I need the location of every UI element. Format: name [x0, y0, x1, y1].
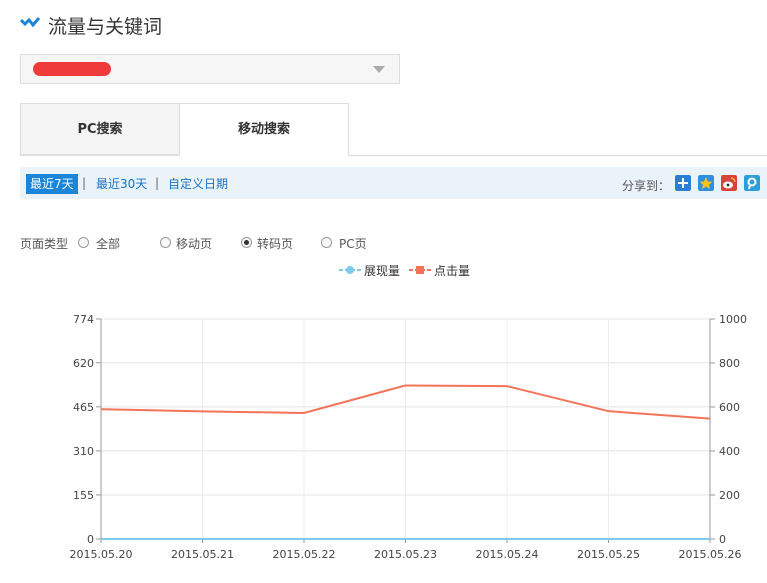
y-right-tick-label: 800 [719, 357, 740, 370]
chevron-check-icon [20, 17, 40, 28]
radio-pc-page[interactable] [321, 237, 332, 248]
x-tick-label: 2015.05.23 [374, 548, 437, 561]
radio-transcoded-page[interactable] [241, 237, 252, 248]
radio-all[interactable] [78, 237, 89, 248]
tab-mobile-search[interactable]: 移动搜索 [179, 103, 349, 156]
y-left-tick-label: 774 [73, 313, 94, 326]
plus-share-icon[interactable] [675, 175, 691, 191]
y-left-tick-label: 0 [87, 533, 94, 546]
redacted-site-name [33, 62, 111, 76]
tab-pc-search[interactable]: PC搜索 [20, 103, 180, 155]
range-last-30-days[interactable]: 最近30天 [96, 175, 147, 193]
x-tick-label: 2015.05.24 [476, 548, 539, 561]
radio-mobile-page-label: 移动页 [176, 237, 213, 251]
radio-all-label: 全部 [96, 237, 121, 251]
y-right-tick-label: 600 [719, 401, 740, 414]
tab-divider [20, 155, 767, 156]
y-left-tick-label: 620 [73, 357, 94, 370]
y-right-tick-label: 1000 [719, 313, 747, 326]
legend-clicks-marker[interactable] [409, 264, 431, 276]
y-left-tick-label: 310 [73, 445, 94, 458]
y-right-tick-label: 200 [719, 489, 740, 502]
y-left-tick-label: 155 [73, 489, 94, 502]
site-select[interactable] [20, 54, 400, 84]
share-label: 分享到： [622, 179, 671, 193]
radio-mobile-page[interactable] [160, 237, 171, 248]
range-last-7-days[interactable]: 最近7天 [26, 174, 78, 194]
x-tick-label: 2015.05.26 [679, 548, 742, 561]
range-custom-date[interactable]: 自定义日期 [168, 175, 228, 193]
separator: | [82, 176, 87, 190]
x-tick-label: 2015.05.20 [70, 548, 133, 561]
x-tick-label: 2015.05.21 [171, 548, 234, 561]
page-type-label: 页面类型 [20, 237, 69, 251]
radio-transcoded-page-label: 转码页 [257, 237, 294, 251]
chevron-down-icon [373, 66, 385, 73]
qzone-icon[interactable] [698, 175, 714, 191]
y-left-tick-label: 465 [73, 401, 94, 414]
x-tick-label: 2015.05.22 [273, 548, 336, 561]
legend-impressions[interactable]: 展现量 [364, 262, 400, 279]
traffic-line-chart: 774 620 465 310 155 0 1000 800 600 400 200 0 2015.05… [70, 313, 747, 561]
separator: | [155, 176, 160, 190]
legend-impressions-marker[interactable] [339, 264, 361, 276]
x-tick-label: 2015.05.25 [577, 548, 640, 561]
y-right-tick-label: 400 [719, 445, 740, 458]
page-title: 流量与关键词 [48, 16, 163, 38]
radio-pc-page-label: PC页 [339, 237, 367, 251]
legend-clicks[interactable]: 点击量 [434, 262, 470, 279]
weibo-icon[interactable] [721, 175, 737, 191]
tencent-weibo-icon[interactable] [744, 175, 760, 191]
y-right-tick-label: 0 [719, 533, 726, 546]
